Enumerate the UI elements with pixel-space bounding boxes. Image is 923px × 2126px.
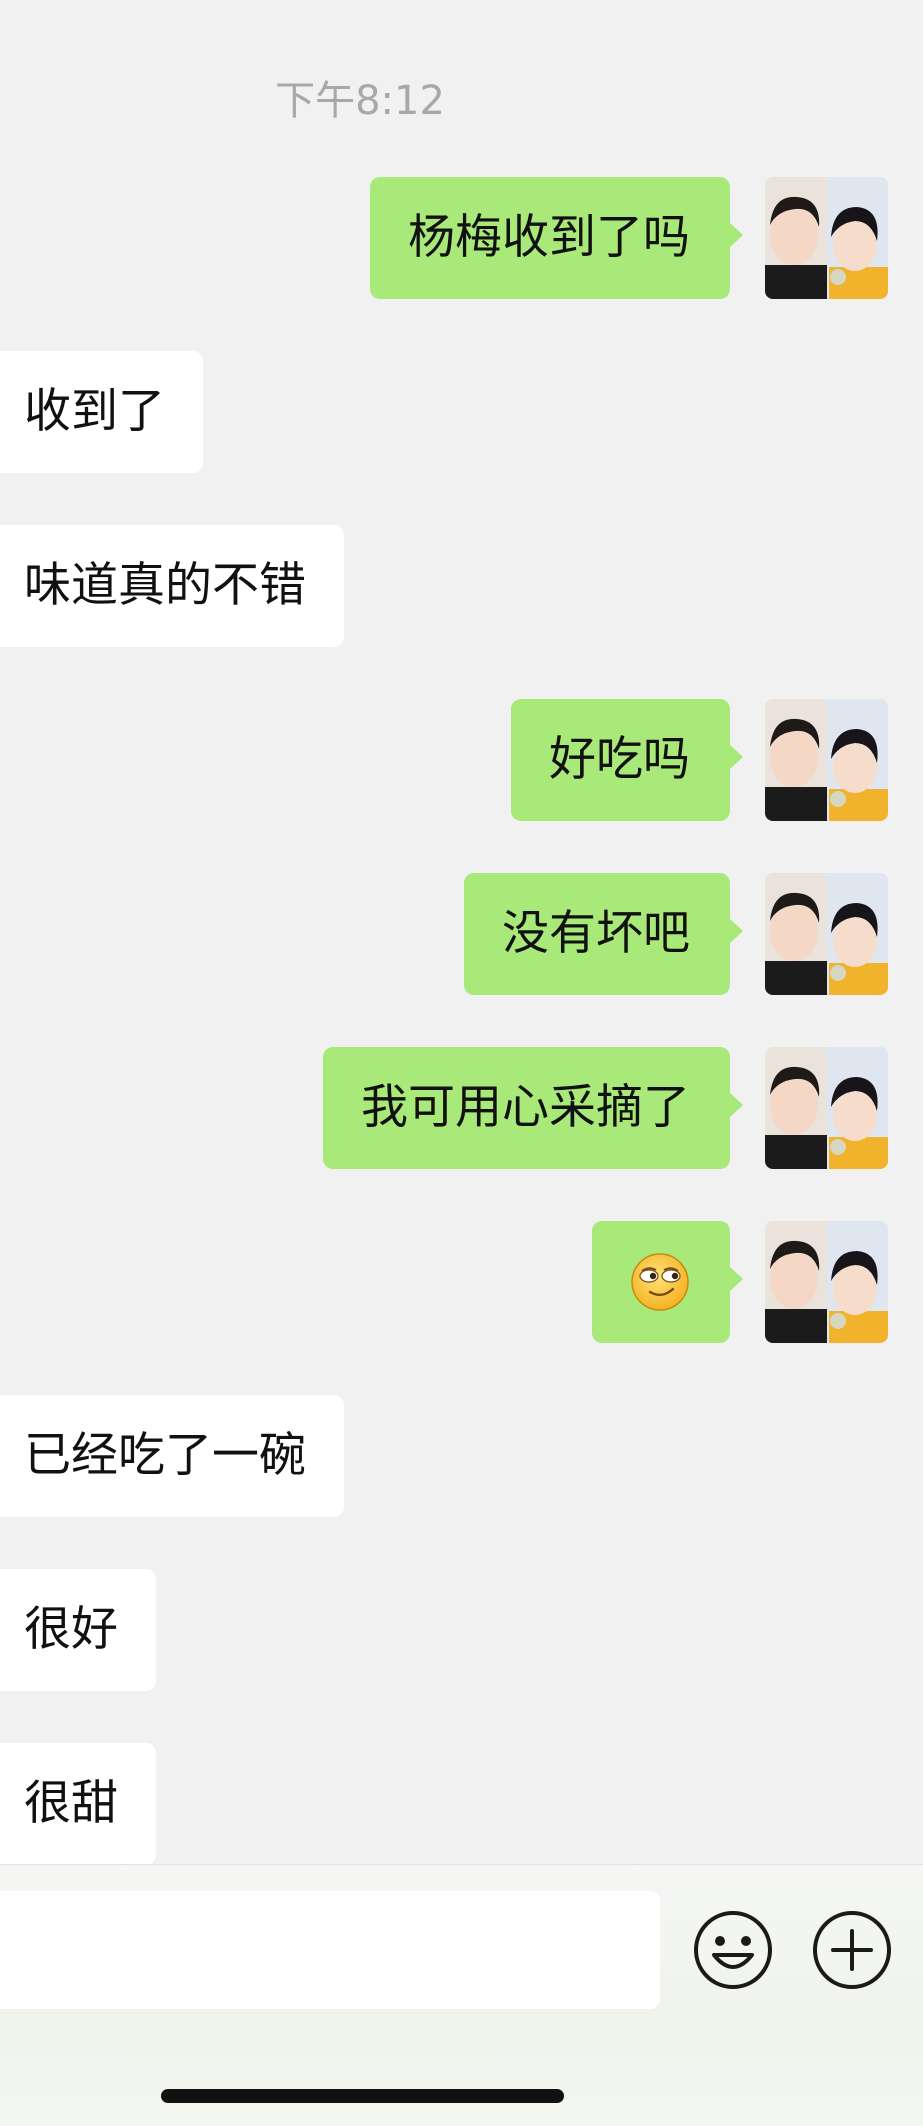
incoming-message-bubble[interactable]: 收到了 xyxy=(0,351,203,473)
avatar[interactable] xyxy=(765,177,888,299)
message-row: 没有坏吧 xyxy=(0,873,923,995)
message-row: 好吃吗 xyxy=(0,699,923,821)
message-row: 杨梅收到了吗 xyxy=(0,177,923,299)
outgoing-emoji-bubble[interactable] xyxy=(592,1221,743,1343)
message-row: 味道真的不错 xyxy=(0,525,923,647)
message-row: 很甜 xyxy=(0,1743,923,1865)
outgoing-message-bubble[interactable]: 好吃吗 xyxy=(511,699,743,821)
avatar[interactable] xyxy=(765,699,888,821)
incoming-message-bubble[interactable]: 很甜 xyxy=(0,1743,156,1865)
smiley-face-icon[interactable] xyxy=(692,1909,774,1991)
plus-circle-icon[interactable] xyxy=(811,1909,893,1991)
incoming-message-bubble[interactable]: 味道真的不错 xyxy=(0,525,344,647)
home-indicator[interactable] xyxy=(161,2089,564,2103)
message-row: 很好 xyxy=(0,1569,923,1691)
message-row: 我可用心采摘了 xyxy=(0,1047,923,1169)
avatar[interactable] xyxy=(765,1047,888,1169)
outgoing-message-bubble[interactable]: 没有坏吧 xyxy=(464,873,743,995)
message-input[interactable] xyxy=(0,1891,660,2009)
outgoing-message-bubble[interactable]: 杨梅收到了吗 xyxy=(370,177,743,299)
chat-timestamp: 下午8:12 xyxy=(275,78,445,124)
avatar[interactable] xyxy=(765,873,888,995)
incoming-message-bubble[interactable]: 很好 xyxy=(0,1569,156,1691)
input-bar xyxy=(0,1864,923,2126)
avatar[interactable] xyxy=(765,1221,888,1343)
message-row xyxy=(0,1221,923,1343)
smirk-face-emoji xyxy=(631,1252,689,1311)
outgoing-message-bubble[interactable]: 我可用心采摘了 xyxy=(323,1047,743,1169)
incoming-message-bubble[interactable]: 已经吃了一碗 xyxy=(0,1395,344,1517)
message-row: 已经吃了一碗 xyxy=(0,1395,923,1517)
message-row: 收到了 xyxy=(0,351,923,473)
